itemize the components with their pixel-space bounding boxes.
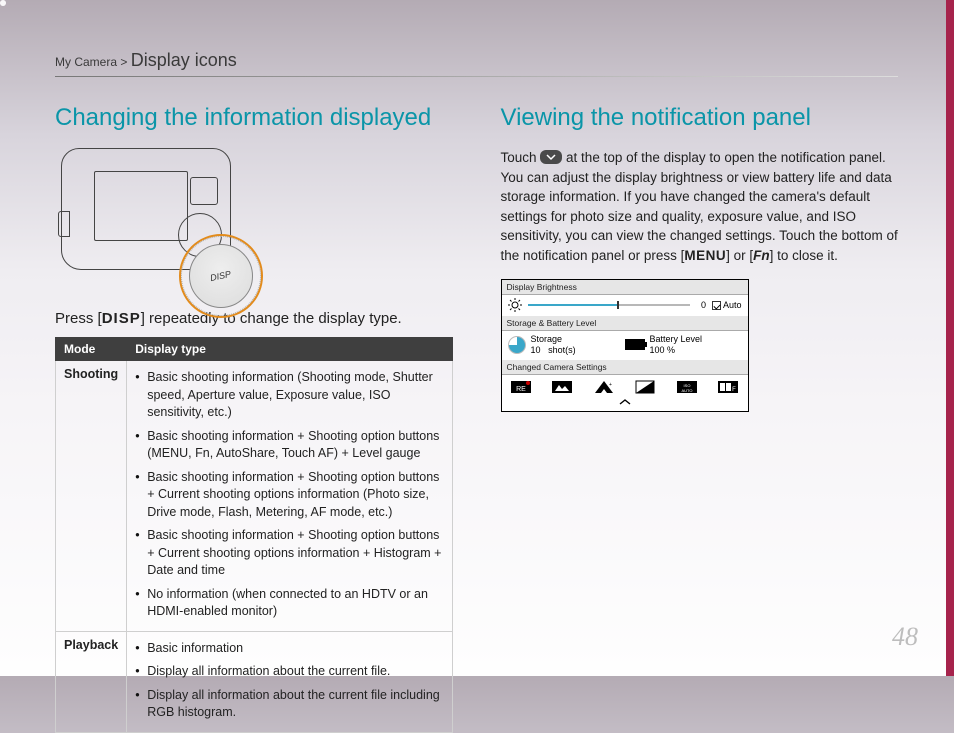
svg-text:F: F xyxy=(733,387,737,393)
left-heading: Changing the information displayed xyxy=(55,104,453,132)
brightness-section-header: Display Brightness xyxy=(502,280,748,295)
storage-label: Storage xyxy=(531,334,576,344)
left-column: Changing the information displayed DISP … xyxy=(55,104,453,733)
brightness-value: 0 xyxy=(696,300,706,310)
brightness-icon xyxy=(508,298,522,312)
disp-dial-highlight: DISP xyxy=(179,234,263,318)
contrast-setting-icon xyxy=(634,379,656,395)
table-row: Shooting Basic shooting information (Sho… xyxy=(56,361,453,632)
battery-label: Battery Level xyxy=(650,334,703,344)
iso-auto-setting-icon: ISOAUTO xyxy=(676,379,698,395)
disp-button-label: DISP xyxy=(102,310,141,327)
svg-text:AUTO: AUTO xyxy=(681,388,692,393)
photo-size-setting-icon xyxy=(551,379,573,395)
body-b: at the top of the display to open the no… xyxy=(501,150,898,263)
redeye-setting-icon: RE xyxy=(510,379,532,395)
list-item: No information (when connected to an HDT… xyxy=(135,584,443,625)
changed-settings-header: Changed Camera Settings xyxy=(502,360,748,375)
dial-inner: DISP xyxy=(189,244,253,308)
list-item: Basic information xyxy=(135,638,443,662)
camera-illustration: DISP xyxy=(55,148,255,298)
brightness-slider[interactable] xyxy=(528,304,690,306)
battery-icon xyxy=(625,339,645,350)
list-item: Basic shooting information + Shooting op… xyxy=(135,525,443,584)
right-body: Touch at the top of the display to open … xyxy=(501,148,899,265)
shooting-items: Basic shooting information (Shooting mod… xyxy=(135,367,443,625)
mode-shooting: Shooting xyxy=(56,361,127,632)
right-accent-bar xyxy=(946,0,954,676)
table-row: Playback Basic information Display all i… xyxy=(56,631,453,732)
chevron-down-pill-icon xyxy=(540,150,562,164)
storage-battery-header: Storage & Battery Level xyxy=(502,316,748,331)
storage-unit: shot(s) xyxy=(548,345,576,355)
camera-right-button xyxy=(190,177,218,205)
svg-text:+: + xyxy=(609,382,612,388)
col-mode: Mode xyxy=(56,338,127,361)
exposure-setting-icon: + xyxy=(593,379,615,395)
panel-close-handle[interactable] xyxy=(502,398,748,411)
right-heading: Viewing the notification panel xyxy=(501,104,899,132)
display-type-table: Mode Display type Shooting Basic shootin… xyxy=(55,337,453,733)
list-item: Display all information about the curren… xyxy=(135,661,443,685)
page-number: 48 xyxy=(892,622,918,652)
right-column: Viewing the notification panel Touch at … xyxy=(501,104,899,733)
auto-label: Auto xyxy=(723,300,742,310)
col-type: Display type xyxy=(127,338,452,361)
list-item: Basic shooting information + Shooting op… xyxy=(135,426,443,467)
lead-post: ] repeatedly to change the display type. xyxy=(141,310,402,327)
brightness-fill xyxy=(528,304,617,306)
menu-button-label: MENU xyxy=(684,248,726,263)
svg-text:RE: RE xyxy=(516,386,526,393)
playback-items: Basic information Display all informatio… xyxy=(135,638,443,726)
battery-value: 100 % xyxy=(650,345,703,355)
notification-panel: Display Brightness 0 Auto Storage & Batt… xyxy=(501,279,749,412)
header-divider xyxy=(55,76,898,77)
brightness-thumb[interactable] xyxy=(617,301,619,309)
storage-pie-icon xyxy=(508,336,526,354)
lead-pre: Press [ xyxy=(55,310,102,327)
storage-text: Storage 10 shot(s) xyxy=(531,334,576,355)
breadcrumb-prefix: My Camera > xyxy=(55,55,127,69)
auto-checkbox-group[interactable]: Auto xyxy=(712,300,742,310)
body-c: ] or [ xyxy=(726,248,753,263)
list-item: Basic shooting information (Shooting mod… xyxy=(135,367,443,426)
body-d: ] to close it. xyxy=(770,248,838,263)
battery-text: Battery Level 100 % xyxy=(650,334,703,355)
left-lead: Press [DISP] repeatedly to change the di… xyxy=(55,310,453,327)
storage-value: 10 xyxy=(531,345,541,355)
body-a: Touch xyxy=(501,150,541,165)
list-item: Basic shooting information + Shooting op… xyxy=(135,467,443,526)
checkbox-icon xyxy=(712,301,721,310)
list-item: Display all information about the curren… xyxy=(135,685,443,726)
quality-setting-icon: F xyxy=(717,379,739,395)
mode-playback: Playback xyxy=(56,631,127,732)
fn-button-label: Fn xyxy=(753,248,770,263)
dial-label: DISP xyxy=(210,269,233,283)
chevron-up-icon xyxy=(618,398,632,406)
changed-settings-icons: RE + ISOAUTO F xyxy=(502,375,748,398)
breadcrumb-page: Display icons xyxy=(131,50,237,70)
breadcrumb: My Camera > Display icons xyxy=(55,50,237,71)
camera-screen-outline xyxy=(94,171,188,241)
